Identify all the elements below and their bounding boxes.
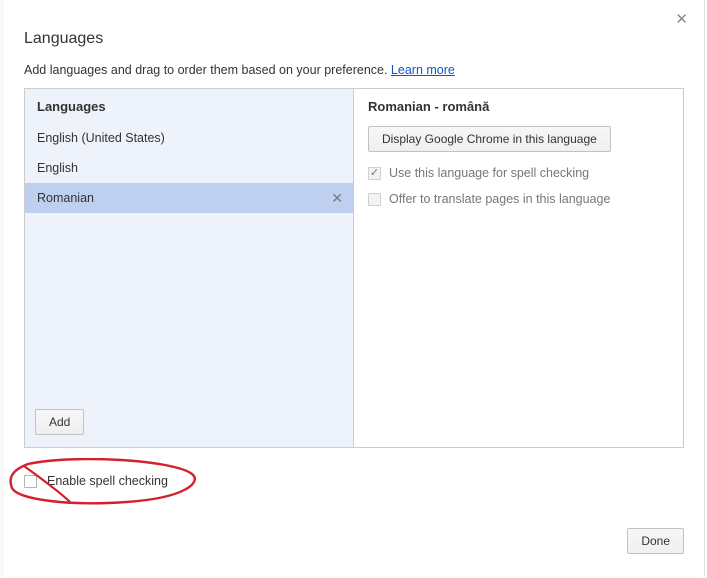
learn-more-link[interactable]: Learn more <box>391 63 455 77</box>
language-item-label: English (United States) <box>37 131 165 145</box>
languages-list-header: Languages <box>25 89 353 123</box>
language-details-column: Romanian - română Display Google Chrome … <box>354 89 683 447</box>
selected-language-header: Romanian - română <box>368 99 669 114</box>
spell-check-option[interactable]: Use this language for spell checking <box>368 166 669 180</box>
languages-list: English (United States) English Romanian… <box>25 123 353 399</box>
languages-modal: ✕ Languages Add languages and drag to or… <box>4 0 705 576</box>
spell-check-label: Use this language for spell checking <box>389 166 589 180</box>
translate-label: Offer to translate pages in this languag… <box>389 192 610 206</box>
language-item-en-us[interactable]: English (United States) <box>25 123 353 153</box>
enable-spell-checking-checkbox[interactable] <box>24 475 37 488</box>
language-item-en[interactable]: English <box>25 153 353 183</box>
remove-language-icon[interactable]: ✕ <box>331 190 343 207</box>
enable-spell-checking-label: Enable spell checking <box>47 474 168 488</box>
translate-option[interactable]: Offer to translate pages in this languag… <box>368 192 669 206</box>
languages-list-column: Languages English (United States) Englis… <box>25 89 354 447</box>
languages-panel: Languages English (United States) Englis… <box>24 88 684 448</box>
enable-spell-checking-option[interactable]: Enable spell checking <box>24 474 168 488</box>
modal-subtitle: Add languages and drag to order them bas… <box>24 63 455 77</box>
display-in-language-button[interactable]: Display Google Chrome in this language <box>368 126 611 152</box>
add-language-button[interactable]: Add <box>35 409 84 435</box>
language-item-label: Romanian <box>37 191 94 205</box>
translate-checkbox[interactable] <box>368 193 381 206</box>
close-icon[interactable]: ✕ <box>675 10 688 28</box>
modal-title: Languages <box>24 30 103 48</box>
language-item-ro[interactable]: Romanian ✕ <box>25 183 353 213</box>
done-button[interactable]: Done <box>627 528 684 554</box>
spell-check-checkbox[interactable] <box>368 167 381 180</box>
subtitle-text: Add languages and drag to order them bas… <box>24 63 391 77</box>
language-item-label: English <box>37 161 78 175</box>
